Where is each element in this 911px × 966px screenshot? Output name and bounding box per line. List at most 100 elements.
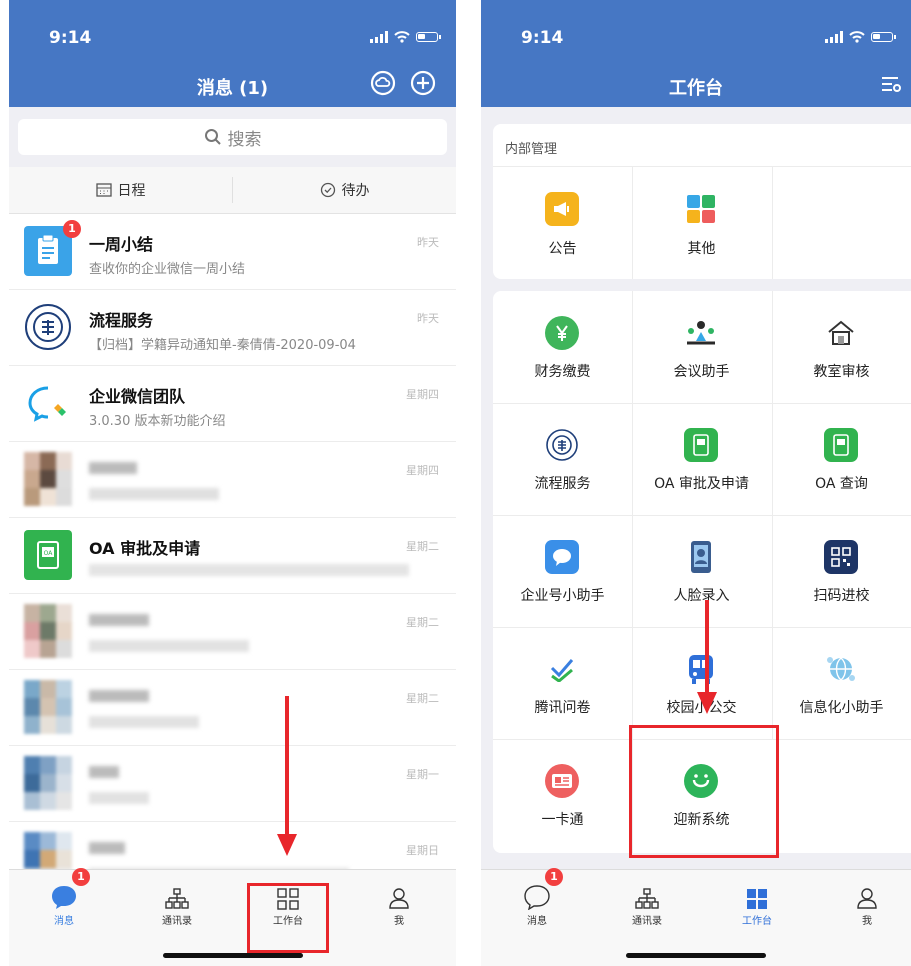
app-label: 人脸录入 xyxy=(673,588,730,604)
person-icon xyxy=(389,888,409,909)
highlight-box xyxy=(247,883,329,953)
tab-me[interactable]: 我 xyxy=(827,880,907,927)
blurred-preview xyxy=(89,488,219,500)
blurred-preview xyxy=(89,716,199,728)
tab-messages[interactable]: 消息 xyxy=(497,880,577,927)
status-time: 9:14 xyxy=(521,28,564,48)
id-card-icon xyxy=(545,764,579,798)
annotation-arrowhead xyxy=(697,692,717,714)
app-other[interactable]: 其他 xyxy=(632,166,771,279)
blurred-preview xyxy=(89,640,249,652)
tab-workbench[interactable]: 工作台 xyxy=(717,880,797,927)
app-notice[interactable]: 公告 xyxy=(493,166,632,279)
list-item[interactable]: 星期四 xyxy=(9,442,456,518)
section-internal: 内部管理 公告 其他 xyxy=(493,124,911,279)
search-input[interactable]: 搜索 xyxy=(18,119,447,155)
list-item[interactable]: 企业微信团队 3.0.30 版本新功能介绍 星期四 xyxy=(9,366,456,442)
section-title: 内部管理 xyxy=(505,142,558,157)
app-face-entry[interactable]: 人脸录入 xyxy=(632,515,771,627)
list-item[interactable]: 星期二 xyxy=(9,594,456,670)
chat-bubble-icon xyxy=(545,540,579,574)
app-it-assistant[interactable]: 信息化小助手 xyxy=(772,627,911,739)
app-oa-approval[interactable]: OA 审批及申请 xyxy=(632,403,771,515)
tab-messages[interactable]: 消息 xyxy=(24,880,104,927)
tab-todo[interactable]: 待办 xyxy=(232,177,456,203)
app-label: OA 审批及申请 xyxy=(654,476,749,492)
tab-me[interactable]: 我 xyxy=(359,880,439,927)
divider xyxy=(772,166,773,279)
oa-icon: OA xyxy=(24,530,72,580)
university-seal-icon xyxy=(24,302,72,352)
message-time: 星期日 xyxy=(406,844,439,857)
yuan-icon xyxy=(545,316,579,350)
list-item[interactable]: 流程服务 【归档】学籍异动通知单-秦倩倩-2020-09-04 昨天 xyxy=(9,290,456,366)
calendar-icon xyxy=(95,183,112,197)
blurred-title xyxy=(89,462,137,474)
message-preview: 3.0.30 版本新功能介绍 xyxy=(89,414,226,429)
app-finance[interactable]: 财务缴费 xyxy=(493,291,632,403)
check-circle-icon xyxy=(320,182,335,198)
globe-icon xyxy=(824,652,858,686)
message-preview: 【归档】学籍异动通知单-秦倩倩-2020-09-04 xyxy=(89,338,356,353)
battery-icon xyxy=(871,32,896,42)
app-label: 教室审核 xyxy=(813,364,870,380)
blurred-preview xyxy=(89,564,409,576)
list-item[interactable]: 星期一 xyxy=(9,746,456,822)
settings-list-icon[interactable] xyxy=(879,75,905,101)
app-meeting[interactable]: 会议助手 xyxy=(632,291,771,403)
blurred-title xyxy=(89,614,149,626)
status-time: 9:14 xyxy=(49,28,92,48)
app-label: 腾讯问卷 xyxy=(534,700,591,716)
search-icon xyxy=(204,129,221,145)
chat-bubble-icon xyxy=(52,886,76,909)
bottom-tab-bar: 消息 1 通讯录 工作台 我 xyxy=(481,868,911,966)
message-time: 星期二 xyxy=(406,616,439,629)
app-label: 财务缴费 xyxy=(534,364,591,380)
list-item[interactable]: 星期二 xyxy=(9,670,456,746)
oa-icon xyxy=(684,428,718,462)
message-time: 星期四 xyxy=(406,388,439,401)
app-label: 其他 xyxy=(687,241,716,257)
signal-icon xyxy=(370,31,388,43)
qr-code-icon xyxy=(824,540,858,574)
wifi-icon xyxy=(394,31,410,43)
tab-badge: 1 xyxy=(72,868,90,886)
tab-todo-label: 待办 xyxy=(341,183,370,199)
blurred-title xyxy=(89,766,119,778)
add-icon[interactable] xyxy=(410,70,436,96)
tab-contacts[interactable]: 通讯录 xyxy=(607,880,687,927)
app-oa-query[interactable]: OA 查询 xyxy=(772,403,911,515)
message-time: 星期一 xyxy=(406,768,439,781)
app-campus-card[interactable]: 一卡通 xyxy=(493,739,632,851)
message-title: 一周小结 xyxy=(89,235,154,254)
tab-schedule-label: 日程 xyxy=(117,183,146,199)
list-item[interactable]: 1 一周小结 查收你的企业微信一周小结 昨天 xyxy=(9,214,456,290)
highlight-box xyxy=(629,725,779,858)
tab-schedule[interactable]: 日程 xyxy=(9,167,232,213)
tab-me-label: 我 xyxy=(394,916,404,927)
message-time: 昨天 xyxy=(417,312,439,325)
list-item[interactable]: OA OA 审批及申请 星期二 xyxy=(9,518,456,594)
tab-contacts-label: 通讯录 xyxy=(632,916,662,927)
tab-messages-label: 消息 xyxy=(527,916,547,927)
tab-workbench-label: 工作台 xyxy=(742,916,772,927)
app-label: 公告 xyxy=(548,241,577,257)
app-qr-entry[interactable]: 扫码进校 xyxy=(772,515,911,627)
app-process[interactable]: 流程服务 xyxy=(493,403,632,515)
messages-screen: 9:14 消息 (1) 搜索 日程 待办 1 一周小结 查收你的企业微信一周小结… xyxy=(9,0,456,966)
app-assistant[interactable]: 企业号小助手 xyxy=(493,515,632,627)
tab-contacts[interactable]: 通讯录 xyxy=(137,880,217,927)
page-title: 工作台 xyxy=(669,78,723,99)
app-campus-bus[interactable]: 校园小公交 xyxy=(632,627,771,739)
battery-icon xyxy=(416,32,441,42)
message-time: 昨天 xyxy=(417,236,439,249)
app-survey[interactable]: 腾讯问卷 xyxy=(493,627,632,739)
app-label: 企业号小助手 xyxy=(520,588,605,604)
oa-query-icon xyxy=(824,428,858,462)
app-label: 信息化小助手 xyxy=(799,700,884,716)
nav-bar: 9:14 消息 (1) xyxy=(9,0,456,107)
cloud-icon[interactable] xyxy=(370,70,396,96)
app-classroom[interactable]: 教室审核 xyxy=(772,291,911,403)
blurred-title xyxy=(89,842,125,854)
meeting-icon xyxy=(684,316,718,350)
